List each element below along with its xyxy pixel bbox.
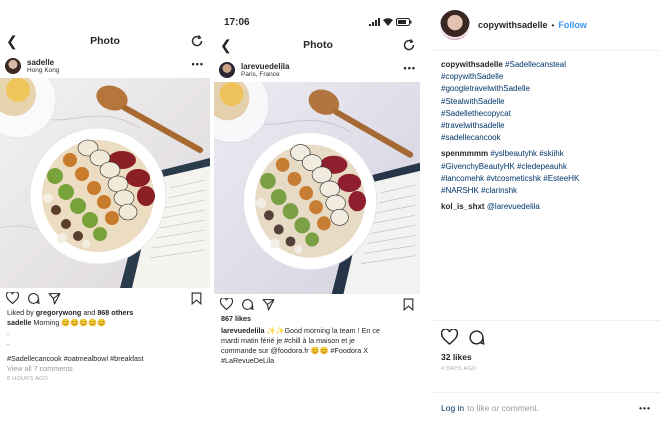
caption-dot-1: . bbox=[7, 328, 9, 337]
battery-icon bbox=[396, 18, 412, 26]
comments-list: copywithsadelle #Sadellecansteal #copywi… bbox=[432, 51, 660, 213]
comment-icon[interactable] bbox=[468, 329, 485, 346]
mention-link[interactable]: @larevuedelila bbox=[487, 202, 540, 211]
nav-title: Photo bbox=[303, 39, 333, 51]
signal-icon bbox=[369, 18, 380, 26]
comment-username[interactable]: kol_is_shxt bbox=[441, 202, 485, 211]
post-username[interactable]: sadelle bbox=[27, 58, 60, 67]
heart-icon[interactable] bbox=[220, 298, 233, 310]
hashtag-link[interactable]: #sadellecancook bbox=[441, 133, 501, 142]
caption: sadelle Morning 😊😊😊😊😊 bbox=[0, 318, 210, 328]
likes-others[interactable]: 868 others bbox=[97, 308, 133, 317]
engagement-section: 32 likes 4 DAYS AGO bbox=[432, 320, 660, 374]
post-time: 4 DAYS AGO bbox=[441, 366, 477, 372]
hashtag-link[interactable]: #GivenchyBeautyHK #cledepeauhk bbox=[441, 162, 567, 171]
nav-title: Photo bbox=[90, 35, 120, 47]
hashtag-link[interactable]: #copywithSadelle bbox=[441, 72, 503, 81]
post-panel-larevuedelila: 17:06 ❮ Photo larevuedelila Paris, Franc… bbox=[214, 12, 422, 412]
view-comments-link[interactable]: View all 7 comments bbox=[0, 364, 210, 374]
avatar[interactable] bbox=[440, 10, 470, 40]
back-arrow-icon[interactable]: ❮ bbox=[6, 33, 18, 50]
hashtag-link[interactable]: #travelwithsadelle bbox=[441, 121, 505, 130]
more-options-icon[interactable]: ••• bbox=[404, 63, 416, 73]
caption: larevuedelila ✨✨Good morning la team ! E… bbox=[214, 326, 422, 336]
post-time: 8 HOURS AGO bbox=[7, 376, 49, 382]
share-icon[interactable] bbox=[262, 298, 275, 311]
likes-count[interactable]: 867 likes bbox=[214, 314, 422, 324]
refresh-icon[interactable] bbox=[190, 34, 204, 48]
caption-dot-2: . bbox=[7, 338, 9, 347]
login-bar: Log in to like or comment. ••• bbox=[432, 392, 660, 423]
status-bar: 17:06 bbox=[214, 12, 422, 32]
follow-button[interactable]: Follow bbox=[558, 20, 587, 30]
hashtag-link[interactable]: #NARSHK #clarinshk bbox=[441, 186, 517, 195]
comment: copywithsadelle #Sadellecansteal #copywi… bbox=[441, 59, 651, 144]
bookmark-icon[interactable] bbox=[403, 298, 414, 311]
caption-username[interactable]: larevuedelila bbox=[221, 326, 265, 335]
refresh-icon[interactable] bbox=[402, 38, 416, 52]
post-panel-sadelle: ❮ Photo sadelle Hong Kong ••• Liked by g… bbox=[0, 28, 210, 423]
likes-user[interactable]: gregorywong bbox=[36, 308, 82, 317]
post-header: larevuedelila Paris, France ••• bbox=[214, 58, 422, 82]
avatar[interactable] bbox=[5, 58, 21, 74]
caption-line-3: commande sur @foodora.fr 😊😊 #Foodora X bbox=[221, 346, 369, 355]
breakfast-bowl-image bbox=[0, 78, 210, 288]
caption-line-2: mardi matin férié je #chill à la maison … bbox=[221, 336, 355, 345]
hashtag-link[interactable]: #Sadellecansteal bbox=[505, 60, 566, 69]
comment: kol_is_shxt @larevuedelila bbox=[441, 201, 651, 213]
caption-line-1: ✨✨Good morning la team ! En ce bbox=[266, 326, 380, 335]
share-icon[interactable] bbox=[48, 292, 61, 305]
caption-username[interactable]: sadelle bbox=[7, 318, 31, 327]
likes-line: Liked by gregorywong and 868 others bbox=[0, 308, 210, 318]
post-location[interactable]: Hong Kong bbox=[27, 67, 60, 75]
avatar[interactable] bbox=[219, 62, 235, 78]
login-link[interactable]: Log in bbox=[441, 403, 464, 413]
caption-emojis: 😊😊😊😊😊 bbox=[61, 318, 107, 327]
nav-bar: ❮ Photo bbox=[214, 32, 422, 58]
caption-line-4: #LaRevueDeLila bbox=[221, 356, 275, 365]
heart-icon[interactable] bbox=[441, 329, 458, 345]
comment-username[interactable]: copywithsadelle bbox=[441, 60, 503, 69]
post-location[interactable]: Paris, France bbox=[241, 71, 289, 79]
action-bar bbox=[214, 294, 422, 314]
caption-hashtags: #Sadellecancook #oatmealbowl #breakfast bbox=[7, 354, 144, 363]
action-bar bbox=[0, 288, 210, 308]
post-photo[interactable] bbox=[0, 78, 210, 288]
post-username[interactable]: larevuedelila bbox=[241, 62, 289, 71]
hashtag-link[interactable]: #lancomehk #vtcosmeticshk #EsteeHK bbox=[441, 174, 579, 183]
comment-icon[interactable] bbox=[241, 298, 254, 311]
header-username[interactable]: copywithsadelle bbox=[478, 20, 548, 30]
likes-count[interactable]: 32 likes bbox=[432, 350, 660, 364]
heart-icon[interactable] bbox=[6, 292, 19, 304]
post-header: sadelle Hong Kong ••• bbox=[0, 54, 210, 78]
status-time: 17:06 bbox=[224, 16, 250, 28]
more-options-icon[interactable]: ••• bbox=[639, 403, 651, 413]
likes-prefix: Liked by bbox=[7, 308, 34, 317]
back-arrow-icon[interactable]: ❮ bbox=[220, 37, 232, 54]
post-photo[interactable] bbox=[214, 82, 420, 294]
header-separator: • bbox=[551, 20, 555, 30]
wifi-icon bbox=[383, 18, 393, 26]
caption-text: Morning bbox=[33, 318, 60, 327]
comments-panel: copywithsadelle • Follow copywithsadelle… bbox=[432, 0, 660, 423]
hashtag-link[interactable]: #Sadellethecopycat bbox=[441, 109, 511, 118]
hashtag-link[interactable]: #googletravelwithSadelle bbox=[441, 84, 530, 93]
hashtag-link[interactable]: #yslbeautyhk #skiihk bbox=[490, 149, 563, 158]
hashtag-link[interactable]: #StealwithSadelle bbox=[441, 97, 505, 106]
comments-header: copywithsadelle • Follow bbox=[432, 0, 660, 51]
breakfast-bowl-image bbox=[214, 82, 420, 294]
comment-icon[interactable] bbox=[27, 292, 40, 305]
action-bar bbox=[432, 321, 660, 350]
nav-bar: ❮ Photo bbox=[0, 28, 210, 54]
likes-mid: and bbox=[83, 308, 96, 317]
comment-username[interactable]: spenmmmm bbox=[441, 149, 488, 158]
login-text: to like or comment. bbox=[467, 403, 539, 413]
more-options-icon[interactable]: ••• bbox=[192, 59, 204, 69]
bookmark-icon[interactable] bbox=[191, 292, 202, 305]
comment: spenmmmm #yslbeautyhk #skiihk #GivenchyB… bbox=[441, 148, 651, 197]
